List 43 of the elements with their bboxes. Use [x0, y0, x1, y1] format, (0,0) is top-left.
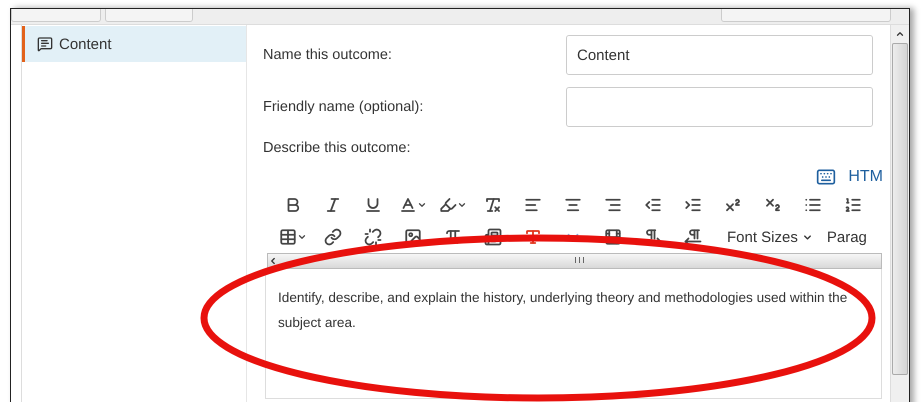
unlink-icon[interactable] [364, 228, 382, 246]
sidebar-item-label: Content [59, 36, 112, 52]
toolbar-dropdown[interactable]: Font Sizes [727, 228, 813, 246]
scroll-up-icon[interactable] [895, 29, 905, 39]
numbered-list-icon[interactable] [844, 196, 862, 214]
letter-t-icon[interactable] [524, 228, 542, 246]
highlighter-icon[interactable] [439, 196, 457, 214]
superscript-icon[interactable] [724, 196, 742, 214]
align-center-icon[interactable] [564, 196, 582, 214]
input-field[interactable]: Content [566, 35, 873, 75]
message-icon [37, 36, 53, 52]
clear-formatting-icon[interactable] [484, 196, 502, 214]
caret-icon[interactable] [297, 232, 307, 242]
grip-icon[interactable] [574, 257, 584, 263]
html-link[interactable]: HTM [848, 168, 882, 186]
keyboard-icon[interactable] [816, 167, 836, 187]
italic-icon[interactable] [324, 196, 342, 214]
scroll-left-icon[interactable] [268, 256, 278, 266]
scrollbar-thumb[interactable] [892, 43, 908, 375]
align-right-icon[interactable] [604, 196, 622, 214]
field-label: Friendly name (optional): [263, 99, 424, 115]
film-icon[interactable] [604, 228, 622, 246]
description-editor[interactable]: Identify, describe, and explain the history, underlying theory and methodologies used within the subject area. [265, 269, 882, 399]
toolbar-dropdown[interactable]: Parag [826, 228, 867, 246]
indent-icon[interactable] [684, 196, 702, 214]
sidebar-item[interactable]: Content [22, 26, 246, 62]
subscript-icon[interactable] [764, 196, 782, 214]
text-color-icon[interactable] [399, 196, 417, 214]
align-left-icon[interactable] [524, 196, 542, 214]
link-icon[interactable] [324, 228, 342, 246]
vertical-scrollbar[interactable] [890, 25, 909, 402]
pilcrow-left-icon[interactable] [684, 228, 702, 246]
caret-icon[interactable] [417, 200, 427, 210]
input-field[interactable] [566, 87, 873, 127]
outdent-icon[interactable] [644, 196, 662, 214]
newspaper-icon[interactable] [484, 228, 502, 246]
caret-icon[interactable] [457, 200, 467, 210]
underline-icon[interactable] [364, 196, 382, 214]
field-label: Describe this outcome: [263, 140, 410, 156]
field-label: Name this outcome: [263, 47, 393, 63]
table-icon[interactable] [279, 228, 297, 246]
bullet-list-icon[interactable] [804, 196, 822, 214]
horizontal-scrollbar[interactable] [267, 253, 882, 269]
